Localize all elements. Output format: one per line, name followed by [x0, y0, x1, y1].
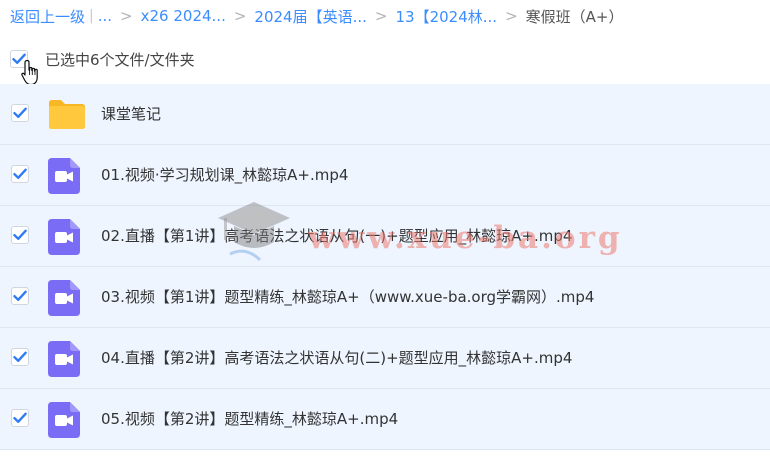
row-checkbox[interactable] — [11, 104, 29, 122]
row-checkbox[interactable] — [11, 348, 29, 366]
file-browser: 返回上一级 | ... > x26 2024... > 2024届【英语... … — [0, 0, 770, 470]
hand-pointer-icon — [21, 59, 38, 86]
breadcrumb-ellipsis[interactable]: ... — [98, 7, 112, 25]
file-row-folder[interactable]: 课堂笔记 — [0, 84, 770, 145]
breadcrumb-item-2[interactable]: 2024届【英语... — [254, 6, 366, 27]
video-file-icon — [48, 158, 80, 194]
file-name[interactable]: 课堂笔记 — [101, 103, 161, 124]
file-name[interactable]: 01.视频·学习规划课_林懿琼A+.mp4 — [101, 164, 348, 185]
breadcrumb-current: 寒假班（A+） — [525, 7, 624, 26]
file-row-video[interactable]: 05.视频【第2讲】题型精练_林懿琼A+.mp4 — [0, 389, 770, 450]
file-row-video[interactable]: 01.视频·学习规划课_林懿琼A+.mp4 — [0, 145, 770, 206]
file-name[interactable]: 03.视频【第1讲】题型精练_林懿琼A+（www.xue-ba.org学霸网）.… — [101, 286, 594, 307]
chevron-right-icon: > — [233, 7, 247, 25]
chevron-right-icon: > — [120, 7, 133, 25]
checkmark-icon — [13, 168, 27, 179]
chevron-right-icon: > — [374, 7, 388, 25]
row-checkbox[interactable] — [11, 226, 29, 244]
back-link[interactable]: 返回上一级 — [10, 6, 85, 27]
checkmark-icon — [13, 229, 27, 240]
file-row-video[interactable]: 04.直播【第2讲】高考语法之状语从句(二)+题型应用_林懿琼A+.mp4 — [0, 328, 770, 389]
video-file-icon — [48, 219, 80, 255]
file-name[interactable]: 05.视频【第2讲】题型精练_林懿琼A+.mp4 — [101, 408, 398, 429]
row-checkbox[interactable] — [11, 287, 29, 305]
chevron-right-icon: > — [505, 7, 518, 25]
video-file-icon — [48, 280, 80, 316]
breadcrumb-item-1[interactable]: x26 2024... — [141, 7, 226, 25]
file-name[interactable]: 04.直播【第2讲】高考语法之状语从句(二)+题型应用_林懿琼A+.mp4 — [101, 347, 572, 368]
row-checkbox[interactable] — [11, 165, 29, 183]
file-row-video[interactable]: 02.直播【第1讲】高考语法之状语从句(一)+题型应用_林懿琼A+.mp4 — [0, 206, 770, 267]
file-list: 课堂笔记 01.视频·学习规划课_林懿琼A+.mp4 02.直播【第1讲】高考语… — [0, 84, 770, 450]
checkmark-icon — [13, 290, 27, 301]
breadcrumb-divider: | — [89, 8, 94, 24]
folder-icon — [49, 100, 85, 129]
file-name[interactable]: 02.直播【第1讲】高考语法之状语从句(一)+题型应用_林懿琼A+.mp4 — [101, 225, 572, 246]
checkmark-icon — [13, 351, 27, 362]
video-file-icon — [48, 402, 80, 438]
checkmark-icon — [13, 412, 27, 423]
video-file-icon — [48, 341, 80, 377]
breadcrumb: 返回上一级 | ... > x26 2024... > 2024届【英语... … — [10, 5, 623, 27]
checkmark-icon — [13, 107, 27, 118]
file-row-video[interactable]: 03.视频【第1讲】题型精练_林懿琼A+（www.xue-ba.org学霸网）.… — [0, 267, 770, 328]
breadcrumb-item-3[interactable]: 13【2024林... — [395, 6, 497, 27]
selection-count: 已选中6个文件/文件夹 — [45, 50, 195, 69]
row-checkbox[interactable] — [11, 409, 29, 427]
